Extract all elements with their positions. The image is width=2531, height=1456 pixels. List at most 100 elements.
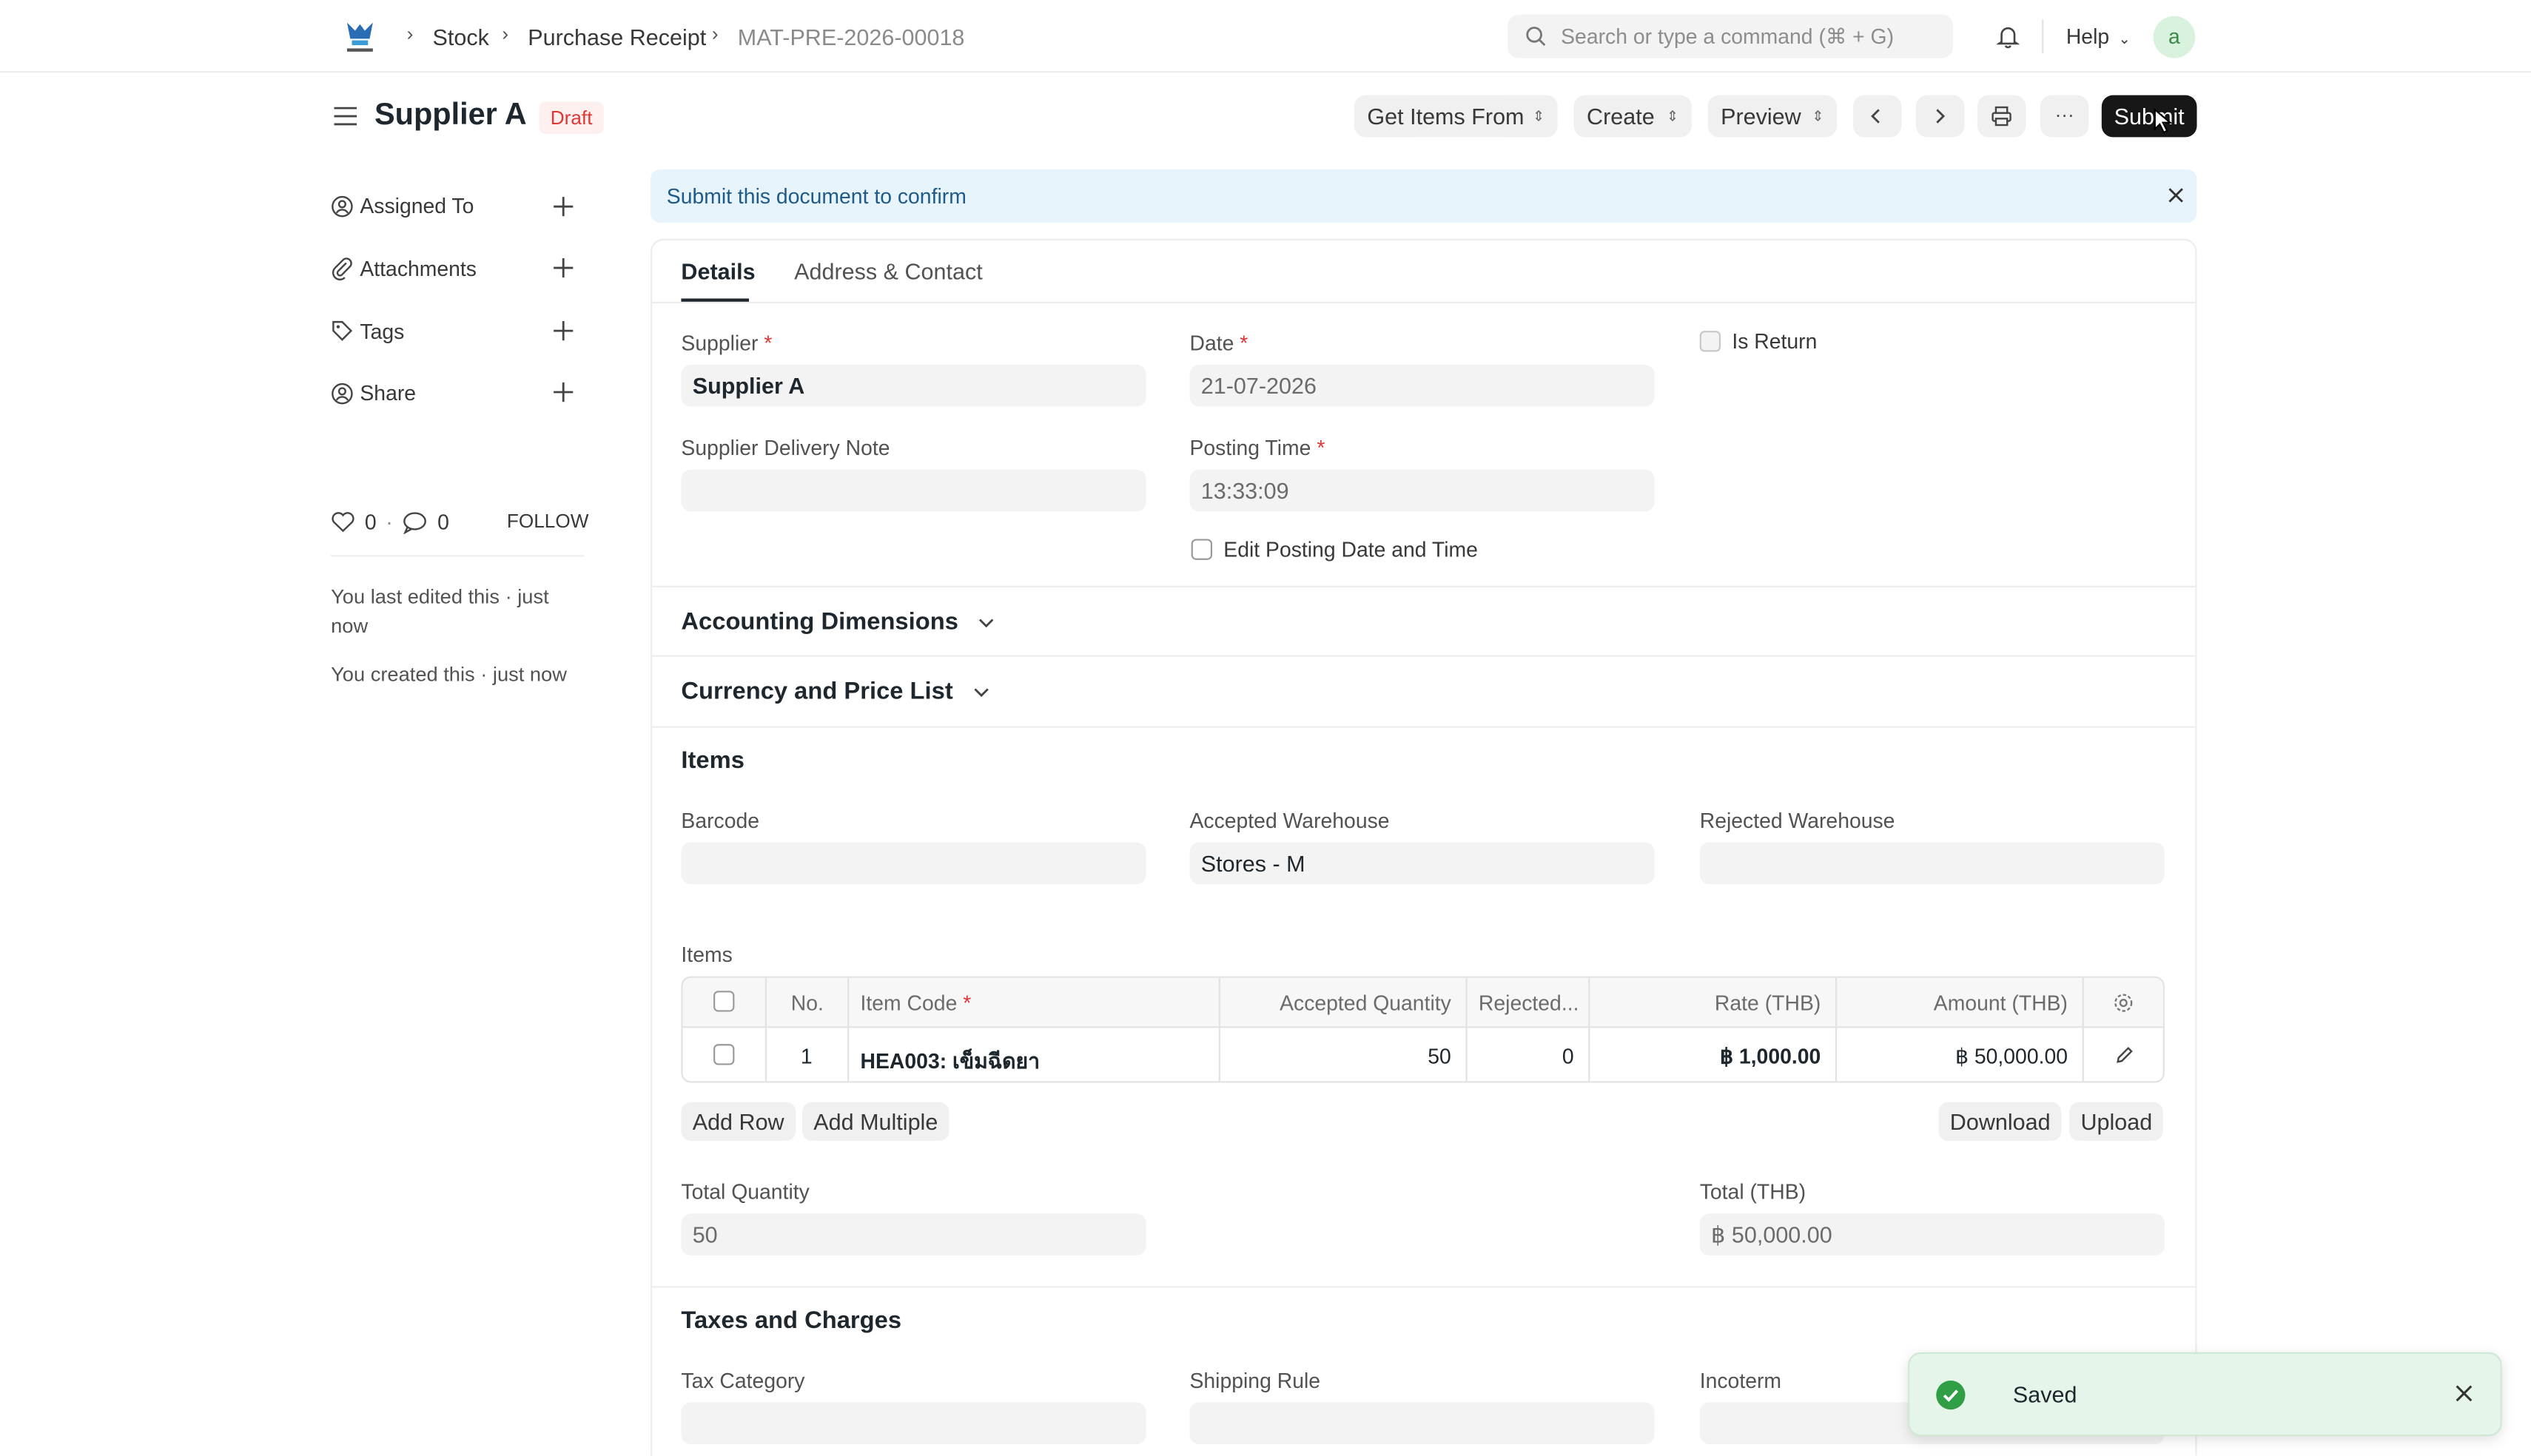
chevron-right-icon: ›	[502, 22, 509, 46]
submit-button[interactable]: Submit	[2101, 95, 2197, 138]
breadcrumb-document-id[interactable]: MAT-PRE-2026-00018	[738, 24, 965, 50]
check-circle-icon	[1935, 1380, 1966, 1410]
divider	[650, 655, 2197, 657]
comment-count: 0	[437, 510, 449, 534]
add-multiple-button[interactable]: Add Multiple	[802, 1102, 949, 1142]
section-currency-price-list[interactable]: Currency and Price List	[681, 678, 989, 705]
avatar[interactable]: a	[2153, 16, 2196, 58]
accepted-warehouse-label: Accepted Warehouse	[1189, 808, 1390, 833]
items-table-label: Items	[681, 942, 733, 967]
chevron-right-icon	[1934, 108, 1946, 124]
comment-icon[interactable]	[402, 511, 428, 534]
get-items-from-label: Get Items From	[1367, 103, 1525, 129]
heart-icon[interactable]	[331, 511, 355, 533]
divider	[1835, 977, 1838, 1082]
next-document-button[interactable]	[1915, 95, 1965, 138]
sidebar-item-label: Tags	[360, 319, 405, 344]
tab-address-contact[interactable]: Address & Contact	[794, 258, 983, 284]
help-menu[interactable]: Help ⌄	[2066, 24, 2131, 49]
edit-posting-checkbox[interactable]	[1191, 539, 1213, 560]
barcode-label: Barcode	[681, 808, 760, 833]
previous-document-button[interactable]	[1852, 95, 1902, 138]
row-item-code[interactable]: HEA003: เข็มฉีดยา	[861, 1044, 1041, 1078]
app-logo[interactable]	[340, 16, 379, 55]
edit-posting-label: Edit Posting Date and Time	[1223, 537, 1478, 562]
section-accounting-dimensions[interactable]: Accounting Dimensions	[681, 608, 994, 636]
divider	[331, 555, 585, 557]
sidebar-toggle-icon[interactable]	[334, 105, 357, 128]
search-bar[interactable]: Search or type a command (⌘ + G)	[1507, 14, 1954, 58]
select-all-checkbox[interactable]	[713, 991, 735, 1012]
column-accepted-quantity: Accepted Quantity	[1280, 991, 1451, 1015]
create-label: Create	[1587, 103, 1655, 129]
column-rejected-quantity: Rejected...	[1478, 991, 1579, 1015]
barcode-field[interactable]	[681, 842, 1146, 885]
plus-icon[interactable]	[551, 318, 577, 344]
row-checkbox[interactable]	[713, 1044, 735, 1065]
bell-icon[interactable]	[1997, 24, 2020, 49]
posting-time-field[interactable]: 13:33:09	[1189, 469, 1655, 512]
supplier-delivery-note-field[interactable]	[681, 469, 1146, 512]
column-item-code: Item Code *	[860, 991, 972, 1015]
sort-icon: ⇕	[1666, 108, 1679, 124]
follow-button[interactable]: FOLLOW	[507, 510, 589, 533]
total-field: ฿ 50,000.00	[1699, 1213, 2165, 1256]
divider	[1588, 977, 1590, 1082]
row-rate[interactable]: ฿ 1,000.00	[1720, 1044, 1821, 1070]
date-label: Date *	[1189, 331, 1248, 355]
ellipsis-icon: ···	[2054, 103, 2074, 127]
sidebar-item-label: Assigned To	[360, 193, 474, 218]
gear-icon[interactable]	[2113, 992, 2134, 1013]
tab-details[interactable]: Details	[681, 258, 755, 284]
divider	[650, 301, 2197, 304]
row-no: 1	[800, 1044, 813, 1068]
rejected-warehouse-field[interactable]	[1699, 842, 2165, 885]
close-icon[interactable]	[2168, 187, 2184, 203]
sort-icon: ⇕	[1812, 108, 1824, 124]
user-add-icon	[331, 195, 354, 218]
divider	[1465, 977, 1468, 1082]
column-no: No.	[790, 991, 824, 1015]
plus-icon[interactable]	[551, 194, 577, 220]
chevron-left-icon	[1869, 108, 1882, 124]
supplier-field[interactable]: Supplier A	[681, 364, 1146, 407]
date-field[interactable]: 21-07-2026	[1189, 364, 1655, 407]
is-return-checkbox[interactable]	[1699, 331, 1721, 352]
saved-toast: Saved	[1908, 1352, 2502, 1437]
chevron-down-icon	[972, 687, 989, 698]
divider	[650, 585, 2197, 587]
chevron-right-icon: ›	[711, 22, 719, 46]
chevron-down-icon	[978, 617, 994, 628]
breadcrumb-stock[interactable]: Stock	[433, 24, 489, 50]
plus-icon[interactable]	[551, 255, 577, 281]
create-button[interactable]: Create ⇕	[1573, 95, 1692, 138]
preview-button[interactable]: Preview ⇕	[1707, 95, 1838, 138]
tag-icon	[331, 320, 354, 343]
search-icon	[1525, 26, 1546, 47]
more-actions-button[interactable]: ···	[2040, 95, 2089, 138]
breadcrumb-purchase-receipt[interactable]: Purchase Receipt	[528, 24, 706, 50]
download-button[interactable]: Download	[1938, 1102, 2062, 1142]
search-placeholder: Search or type a command (⌘ + G)	[1561, 24, 1895, 49]
posting-time-label: Posting Time *	[1189, 435, 1325, 460]
edit-icon[interactable]	[2114, 1045, 2134, 1065]
section-items-title: Items	[681, 746, 744, 775]
total-label: Total (THB)	[1699, 1179, 1806, 1204]
chevron-right-icon: ›	[406, 22, 414, 46]
row-accepted-qty[interactable]: 50	[1428, 1044, 1451, 1068]
separator-dot: ·	[386, 510, 393, 534]
row-amount: ฿ 50,000.00	[1954, 1044, 2068, 1068]
accepted-warehouse-field[interactable]: Stores - M	[1189, 842, 1655, 885]
print-button[interactable]	[1977, 95, 2026, 138]
get-items-from-button[interactable]: Get Items From ⇕	[1354, 95, 1558, 138]
shipping-rule-label: Shipping Rule	[1189, 1368, 1321, 1393]
upload-button[interactable]: Upload	[2069, 1102, 2164, 1142]
row-rejected-qty[interactable]: 0	[1562, 1044, 1574, 1068]
tax-category-field[interactable]	[681, 1402, 1146, 1445]
add-row-button[interactable]: Add Row	[681, 1102, 796, 1142]
activity-last-edited: You last edited this · just now	[331, 585, 549, 638]
close-icon[interactable]	[2455, 1384, 2473, 1402]
plus-icon[interactable]	[551, 380, 577, 405]
shipping-rule-field[interactable]	[1189, 1402, 1655, 1445]
alert-message: Submit this document to confirm	[666, 183, 967, 209]
